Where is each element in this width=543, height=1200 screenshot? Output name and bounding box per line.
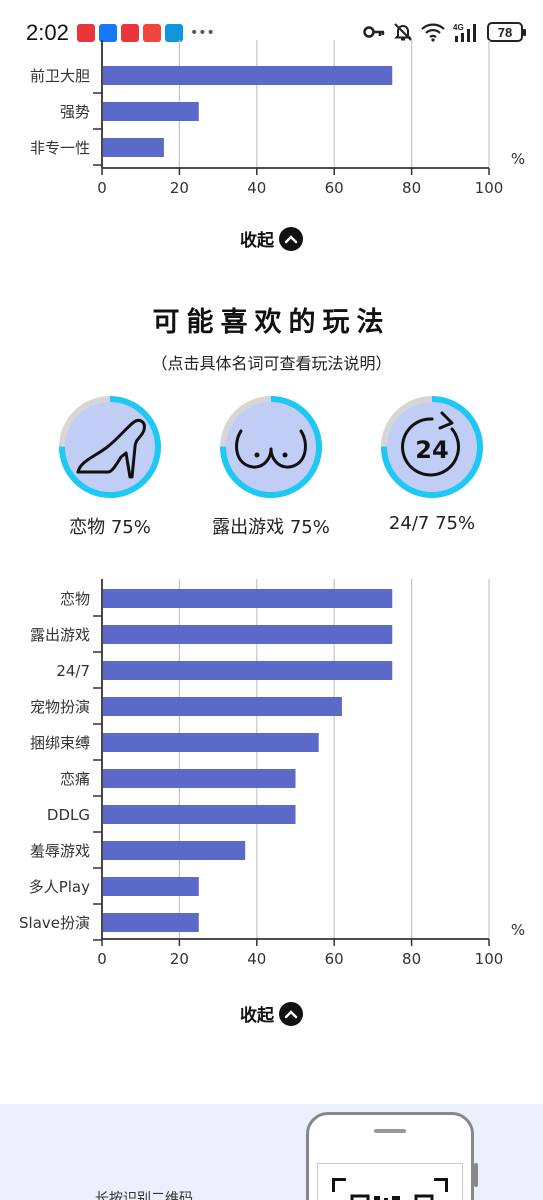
bar — [103, 138, 164, 157]
category-label: 前卫大胆 — [30, 67, 90, 85]
plays-chart: 恋物露出游戏 24/7 宠物扮演捆绑束缚恋痛 DDLG 羞辱游戏多人Play Slave扮… — [0, 575, 543, 975]
phone-side-button — [474, 1163, 478, 1187]
collapse-button-1[interactable]: 收起 — [0, 226, 543, 251]
x-tick-label: 0 — [97, 950, 107, 968]
category-label: 宠物扮演 — [30, 698, 90, 716]
x-tick-label: 40 — [247, 950, 266, 968]
banner-text: 长按识别二维码 — [95, 1191, 193, 1200]
wifi-icon — [421, 23, 445, 42]
category-label: 恋物 — [60, 590, 90, 608]
key-icon — [363, 26, 385, 38]
chevron-up-icon — [279, 226, 303, 251]
network-type-label: 4G — [453, 23, 464, 32]
x-tick-label: 20 — [170, 179, 189, 197]
x-tick-label: 60 — [325, 179, 344, 197]
phone-speaker — [374, 1129, 406, 1133]
battery-icon: 78 — [487, 22, 526, 42]
bar — [103, 625, 393, 644]
x-tick-label: 80 — [402, 950, 421, 968]
bar — [103, 841, 246, 860]
unit-label: % — [511, 921, 525, 939]
x-tick-label: 0 — [97, 179, 107, 197]
unit-label: % — [511, 150, 525, 168]
collapse-label: 收起 — [240, 1006, 274, 1026]
signal-4g-icon: 4G — [453, 23, 476, 42]
section-title: 可能喜欢的玩法 — [152, 307, 391, 338]
play-item-fetish[interactable]: 恋物 75% — [30, 395, 190, 539]
x-tick-label: 60 — [325, 950, 344, 968]
progress-ring — [219, 395, 323, 499]
category-label: Slave扮演 — [19, 914, 90, 932]
phone-screen — [317, 1163, 463, 1200]
chevron-up-icon — [279, 1001, 303, 1026]
x-tick-label: 100 — [475, 950, 504, 968]
play-label: 露出游戏 75% — [212, 517, 330, 538]
bar — [103, 877, 199, 896]
battery-level: 78 — [497, 24, 513, 40]
x-tick-label: 80 — [402, 179, 421, 197]
bar — [103, 769, 296, 788]
bar — [103, 66, 393, 85]
progress-ring: 24 — [380, 395, 484, 499]
play-label: 恋物 75% — [69, 517, 151, 538]
category-label: 非专一性 — [30, 139, 90, 157]
bar — [103, 697, 342, 716]
category-label: 露出游戏 — [30, 626, 90, 644]
category-label: 多人Play — [29, 878, 90, 896]
x-tick-label: 20 — [170, 950, 189, 968]
play-label: 24/7 75% — [388, 513, 476, 534]
collapse-button-2[interactable]: 收起 — [0, 1001, 543, 1026]
category-label: 恋痛 — [60, 770, 90, 788]
section-subtitle: （点击具体名词可查看玩法说明） — [151, 354, 392, 373]
traits-chart: 前卫大胆强势非专一性 0 20 40 60 80 100% — [0, 40, 543, 200]
x-tick-label: 40 — [247, 179, 266, 197]
traits-bar-chart: 前卫大胆强势非专一性 0 20 40 60 80 100% — [30, 40, 525, 197]
qr-banner: 长按识别二维码 — [0, 1104, 543, 1200]
bar — [103, 589, 393, 608]
category-label: 捆绑束缚 — [30, 734, 90, 752]
qr-code-icon — [346, 1186, 438, 1200]
mute-icon — [394, 23, 412, 41]
bar — [103, 102, 199, 121]
plays-bar-chart: 恋物露出游戏 24/7 宠物扮演捆绑束缚恋痛 DDLG 羞辱游戏多人Play Slave扮… — [19, 579, 525, 968]
bar — [103, 661, 393, 680]
svg-text:24: 24 — [415, 436, 448, 464]
bar — [103, 913, 199, 932]
play-item-24-7[interactable]: 24 24/7 75% — [352, 395, 512, 534]
category-label: 24/7 — [56, 662, 90, 680]
phone-illustration — [306, 1112, 478, 1200]
bar — [103, 733, 319, 752]
category-label: DDLG — [47, 806, 90, 824]
category-label: 强势 — [60, 103, 90, 121]
progress-ring — [58, 395, 162, 499]
bar — [103, 805, 296, 824]
x-tick-label: 100 — [475, 179, 504, 197]
play-item-exhibition[interactable]: 露出游戏 75% — [191, 395, 351, 539]
collapse-label: 收起 — [240, 231, 274, 251]
category-label: 羞辱游戏 — [30, 842, 90, 860]
